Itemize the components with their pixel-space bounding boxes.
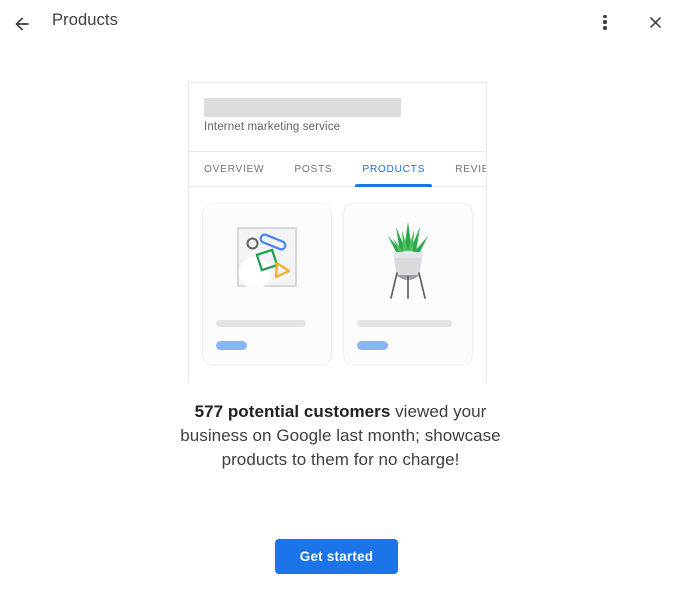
- tab-posts[interactable]: POSTS: [293, 152, 333, 187]
- app-bar-actions: [591, 8, 669, 36]
- potted-plant-icon: [388, 222, 428, 299]
- business-category: Internet marketing service: [204, 121, 341, 133]
- arrow-back-icon: [15, 17, 29, 31]
- page-title: Products: [52, 11, 118, 29]
- business-name-placeholder: [204, 98, 401, 117]
- business-header: Internet marketing service: [189, 83, 486, 152]
- business-profile-illustration: Internet marketing service OVERVIEW POST…: [188, 82, 487, 382]
- product-media: [203, 204, 331, 310]
- profile-tabs: OVERVIEW POSTS PRODUCTS REVIEWS: [189, 152, 486, 187]
- product-title-placeholder: [216, 320, 306, 327]
- close-icon: [649, 16, 661, 28]
- product-price-placeholder: [357, 341, 388, 350]
- promo-highlight: 577 potential customers: [194, 402, 391, 421]
- get-started-button[interactable]: Get started: [275, 539, 398, 574]
- image-placeholder-icon: [237, 227, 297, 287]
- tab-reviews[interactable]: REVIEWS: [454, 152, 486, 187]
- app-bar: Products: [0, 0, 681, 48]
- product-media: [344, 204, 472, 310]
- back-button[interactable]: [8, 10, 36, 38]
- tab-products[interactable]: PRODUCTS: [355, 152, 432, 187]
- overflow-menu-button[interactable]: [591, 8, 619, 36]
- product-card[interactable]: [203, 204, 331, 364]
- product-card-list: [189, 187, 486, 364]
- promo-message: 577 potential customers viewed your busi…: [170, 400, 511, 472]
- product-title-placeholder: [357, 320, 452, 327]
- product-price-placeholder: [216, 341, 247, 350]
- more-vert-icon: [603, 14, 607, 30]
- product-card[interactable]: [344, 204, 472, 364]
- close-button[interactable]: [641, 8, 669, 36]
- tab-overview[interactable]: OVERVIEW: [203, 152, 265, 187]
